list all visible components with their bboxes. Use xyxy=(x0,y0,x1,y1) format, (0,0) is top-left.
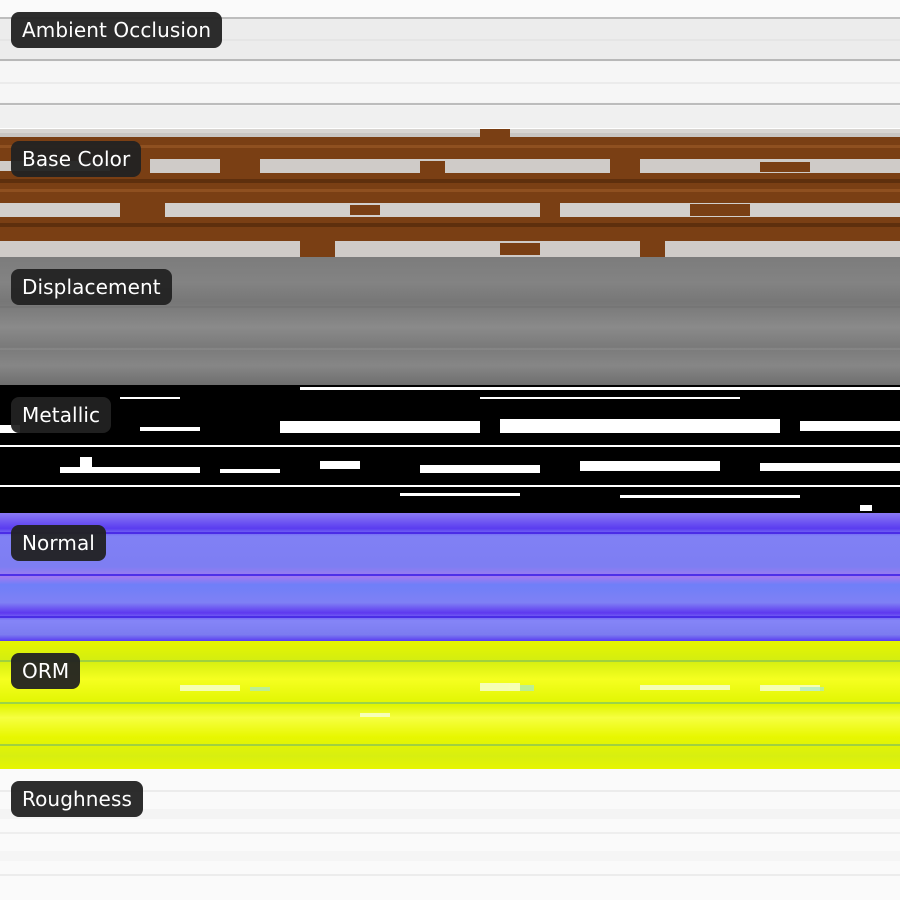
ambient-occlusion-strip: Ambient Occlusion xyxy=(0,0,900,128)
metallic-texture xyxy=(0,385,900,513)
orm-texture xyxy=(0,641,900,769)
normal-label: Normal xyxy=(11,525,106,561)
displacement-strip: Displacement xyxy=(0,257,900,385)
orm-strip: ORM xyxy=(0,641,900,769)
base-color-label: Base Color xyxy=(11,141,142,177)
normal-texture xyxy=(0,513,900,641)
metallic-strip: Metallic xyxy=(0,385,900,513)
roughness-strip: Roughness xyxy=(0,769,900,900)
roughness-label: Roughness xyxy=(11,781,144,817)
ambient-occlusion-label: Ambient Occlusion xyxy=(11,12,223,48)
metallic-label: Metallic xyxy=(11,397,112,433)
orm-label: ORM xyxy=(11,653,81,689)
base-color-strip: Base Color xyxy=(0,129,900,257)
normal-strip: Normal xyxy=(0,513,900,641)
texture-map-sheet: Ambient Occlusion Base Color Displacemen… xyxy=(0,0,900,900)
displacement-label: Displacement xyxy=(11,269,172,305)
